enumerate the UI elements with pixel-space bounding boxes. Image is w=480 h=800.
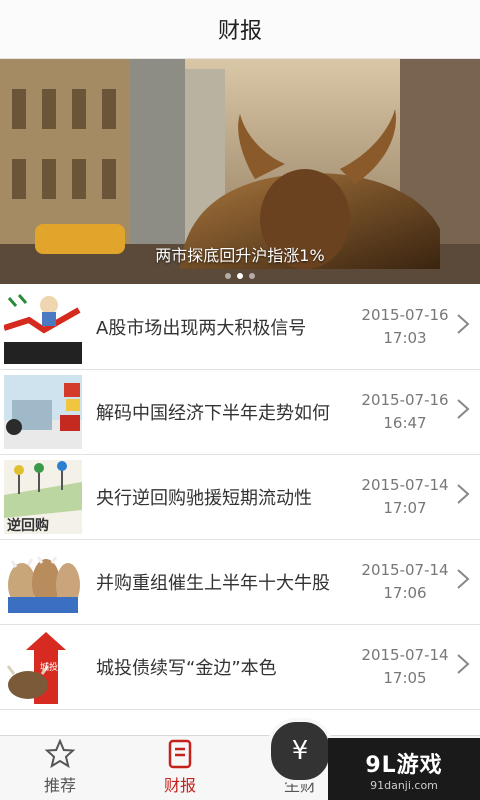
- banner-carousel[interactable]: 两市探底回升沪指涨1%: [0, 59, 480, 284]
- watermark-logo: 9L游戏 91danji.com: [328, 738, 480, 800]
- news-time: 16:47: [383, 414, 427, 432]
- chevron-right-icon: [456, 398, 480, 426]
- title-bar: 财报: [0, 0, 480, 59]
- chevron-right-icon: [456, 483, 480, 511]
- news-time: 17:03: [383, 329, 427, 347]
- news-timestamp: 2015-07-14 17:05: [360, 644, 450, 690]
- news-timestamp: 2015-07-16 17:03: [360, 304, 450, 350]
- news-time: 17:07: [383, 499, 427, 517]
- yen-icon: ¥: [267, 718, 333, 784]
- tab-label: 推荐: [43, 776, 76, 795]
- news-timestamp: 2015-07-14 17:06: [360, 559, 450, 605]
- news-thumbnail: [4, 545, 82, 619]
- news-list: A股市场出现两大积极信号 2015-07-16 17:03 解码中国经济下半年走…: [0, 285, 480, 710]
- news-time: 17:05: [383, 669, 427, 687]
- watermark-site: 91danji.com: [370, 778, 438, 792]
- thumbnail-text: 逆回购: [7, 517, 49, 534]
- news-headline: 城投债续写“金边”本色: [96, 658, 277, 679]
- chevron-right-icon: [456, 653, 480, 681]
- tab-label: 财报: [163, 776, 196, 795]
- chevron-right-icon: [456, 313, 480, 341]
- news-date: 2015-07-14: [361, 561, 449, 579]
- carousel-dot: [249, 273, 255, 279]
- yen-symbol: ¥: [291, 736, 309, 766]
- star-icon: [45, 736, 75, 772]
- news-headline: A股市场出现两大积极信号: [96, 318, 307, 339]
- thumbnail-text: 城投债: [40, 661, 67, 673]
- news-date: 2015-07-14: [361, 476, 449, 494]
- news-thumbnail: [4, 290, 82, 364]
- news-item[interactable]: 解码中国经济下半年走势如何 2015-07-16 16:47: [0, 370, 480, 455]
- news-timestamp: 2015-07-16 16:47: [360, 389, 450, 435]
- news-date: 2015-07-16: [361, 391, 449, 409]
- news-thumbnail: 城投债: [4, 630, 82, 704]
- page-title: 财报: [217, 19, 262, 44]
- news-time: 17:06: [383, 584, 427, 602]
- carousel-indicator: [0, 273, 480, 279]
- news-thumbnail: 逆回购: [4, 460, 82, 534]
- tab-recommend[interactable]: 推荐: [0, 736, 120, 800]
- news-timestamp: 2015-07-14 17:07: [360, 474, 450, 520]
- news-item[interactable]: 并购重组催生上半年十大牛股 2015-07-14 17:06: [0, 540, 480, 625]
- chevron-right-icon: [456, 568, 480, 596]
- tab-financial-report[interactable]: 财报: [120, 736, 240, 800]
- news-item[interactable]: 城投债 城投债续写“金边”本色 2015-07-14 17:05: [0, 625, 480, 710]
- news-headline: 并购重组催生上半年十大牛股: [96, 573, 330, 594]
- news-item[interactable]: A股市场出现两大积极信号 2015-07-16 17:03: [0, 285, 480, 370]
- carousel-dot-active: [237, 273, 243, 279]
- banner-caption: 两市探底回升沪指涨1%: [155, 246, 325, 265]
- watermark-brand: 9L游戏: [365, 752, 443, 778]
- news-headline: 解码中国经济下半年走势如何: [96, 403, 330, 424]
- news-date: 2015-07-14: [361, 646, 449, 664]
- news-date: 2015-07-16: [361, 306, 449, 324]
- report-icon: [167, 736, 193, 772]
- news-thumbnail: [4, 375, 82, 449]
- news-item[interactable]: 逆回购 央行逆回购驰援短期流动性 2015-07-14 17:07: [0, 455, 480, 540]
- news-headline: 央行逆回购驰援短期流动性: [96, 488, 312, 509]
- carousel-dot: [225, 273, 231, 279]
